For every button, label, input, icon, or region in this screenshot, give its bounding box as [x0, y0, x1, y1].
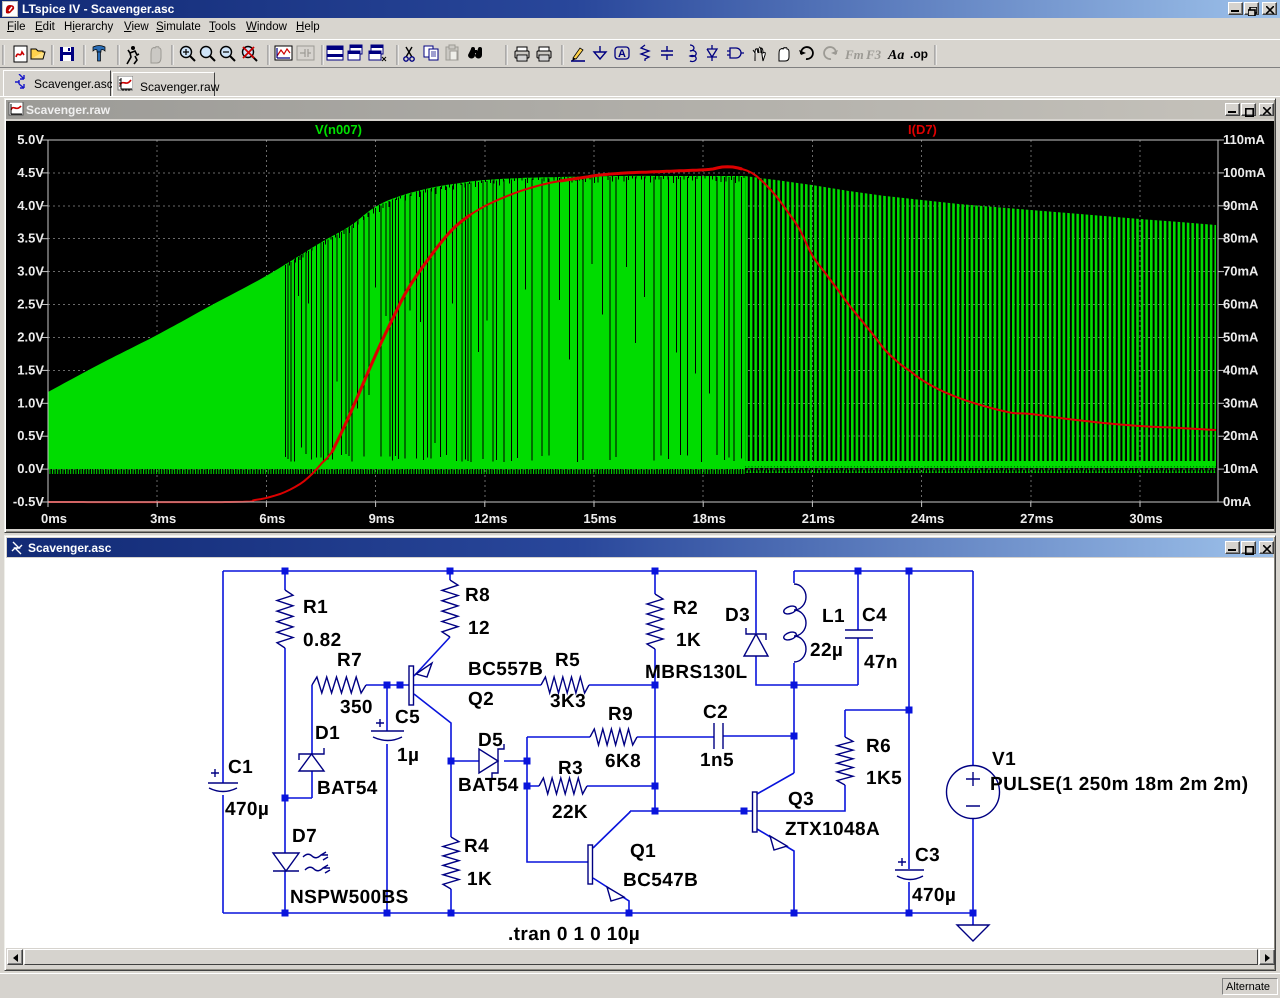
svg-text:4.5V: 4.5V	[17, 165, 44, 180]
svg-text:ZTX1048A: ZTX1048A	[785, 819, 880, 840]
svg-text:.op: .op	[910, 47, 928, 61]
svg-text:3K3: 3K3	[550, 691, 586, 712]
svg-text:Q2: Q2	[468, 689, 494, 710]
svg-text:R6: R6	[866, 736, 891, 757]
svg-text:V(n007): V(n007)	[315, 122, 362, 137]
svg-text:C1: C1	[228, 757, 253, 778]
svg-text:D5: D5	[478, 730, 503, 751]
svg-text:C3: C3	[915, 845, 940, 866]
svg-text:MBRS130L: MBRS130L	[645, 662, 747, 683]
svg-text:R8: R8	[465, 585, 490, 606]
svg-text:D1: D1	[315, 723, 340, 744]
svg-text:470µ: 470µ	[225, 799, 269, 820]
svg-text:24ms: 24ms	[911, 511, 944, 526]
svg-text:12: 12	[468, 618, 490, 639]
svg-text:0mA: 0mA	[1223, 494, 1252, 509]
svg-text:L1: L1	[822, 606, 845, 627]
svg-text:PULSE(1 250m 18m 2m 2m): PULSE(1 250m 18m 2m 2m)	[990, 774, 1248, 795]
svg-text:R9: R9	[608, 704, 633, 725]
svg-text:30ms: 30ms	[1129, 511, 1162, 526]
svg-text:R7: R7	[337, 650, 362, 671]
svg-text:470µ: 470µ	[912, 885, 956, 906]
svg-text:R1: R1	[303, 597, 328, 618]
svg-text:F3: F3	[865, 47, 882, 62]
svg-text:100mA: 100mA	[1223, 165, 1266, 180]
svg-text:110mA: 110mA	[1223, 132, 1266, 147]
svg-text:30mA: 30mA	[1223, 395, 1259, 410]
svg-text:9ms: 9ms	[369, 511, 395, 526]
svg-text:90mA: 90mA	[1223, 198, 1259, 213]
svg-text:2.5V: 2.5V	[17, 297, 44, 312]
svg-text:BAT54: BAT54	[317, 778, 378, 799]
svg-text:22µ: 22µ	[810, 640, 843, 661]
svg-text:5.0V: 5.0V	[17, 132, 44, 147]
svg-text:27ms: 27ms	[1020, 511, 1053, 526]
svg-text:3ms: 3ms	[150, 511, 176, 526]
svg-text:V1: V1	[992, 749, 1016, 770]
svg-text:0.0V: 0.0V	[17, 461, 44, 476]
svg-text:12ms: 12ms	[474, 511, 507, 526]
svg-text:40mA: 40mA	[1223, 362, 1259, 377]
svg-text:R5: R5	[555, 650, 580, 671]
svg-text:3.0V: 3.0V	[17, 264, 44, 279]
svg-text:22K: 22K	[552, 802, 588, 823]
svg-text:1.5V: 1.5V	[17, 362, 44, 377]
svg-text:Q3: Q3	[788, 789, 814, 810]
svg-text:Q1: Q1	[630, 841, 656, 862]
svg-text:6ms: 6ms	[259, 511, 285, 526]
svg-text:6K8: 6K8	[605, 751, 641, 772]
svg-text:D7: D7	[292, 826, 317, 847]
svg-text:18ms: 18ms	[693, 511, 726, 526]
svg-text:Aa: Aa	[887, 48, 904, 63]
svg-text:R4: R4	[464, 836, 489, 857]
svg-text:350: 350	[340, 697, 373, 718]
svg-text:10mA: 10mA	[1223, 461, 1259, 476]
svg-text:0.82: 0.82	[303, 630, 342, 651]
svg-text:NSPW500BS: NSPW500BS	[290, 887, 409, 908]
svg-text:4.0V: 4.0V	[17, 198, 44, 213]
svg-text:70mA: 70mA	[1223, 264, 1259, 279]
svg-text:.tran 0 1 0 10µ: .tran 0 1 0 10µ	[508, 924, 640, 945]
svg-text:1n5: 1n5	[700, 750, 734, 771]
svg-text:1K5: 1K5	[866, 768, 902, 789]
svg-text:80mA: 80mA	[1223, 231, 1259, 246]
svg-text:20mA: 20mA	[1223, 428, 1259, 443]
svg-text:1.0V: 1.0V	[17, 395, 44, 410]
svg-text:D3: D3	[725, 605, 750, 626]
svg-text:R3: R3	[558, 758, 583, 779]
svg-text:50mA: 50mA	[1223, 330, 1259, 345]
svg-text:15ms: 15ms	[583, 511, 616, 526]
svg-text:47n: 47n	[864, 652, 898, 673]
svg-text:2.0V: 2.0V	[17, 330, 44, 345]
svg-text:Fm: Fm	[844, 47, 864, 62]
svg-text:R2: R2	[673, 598, 698, 619]
svg-text:60mA: 60mA	[1223, 297, 1259, 312]
svg-text:C2: C2	[703, 702, 728, 723]
svg-text:21ms: 21ms	[802, 511, 835, 526]
svg-text:3.5V: 3.5V	[17, 231, 44, 246]
svg-text:1K: 1K	[676, 630, 701, 651]
svg-text:A: A	[618, 48, 626, 60]
svg-text:-0.5V: -0.5V	[13, 494, 44, 509]
svg-text:C4: C4	[862, 605, 887, 626]
svg-text:I(D7): I(D7)	[908, 122, 937, 137]
svg-text:BC557B: BC557B	[468, 659, 543, 680]
svg-text:C5: C5	[395, 707, 420, 728]
svg-text:1K: 1K	[467, 869, 492, 890]
svg-text:0ms: 0ms	[41, 511, 67, 526]
svg-text:1µ: 1µ	[397, 745, 419, 766]
svg-text:BC547B: BC547B	[623, 870, 698, 891]
svg-text:0.5V: 0.5V	[17, 428, 44, 443]
svg-text:BAT54: BAT54	[458, 775, 519, 796]
